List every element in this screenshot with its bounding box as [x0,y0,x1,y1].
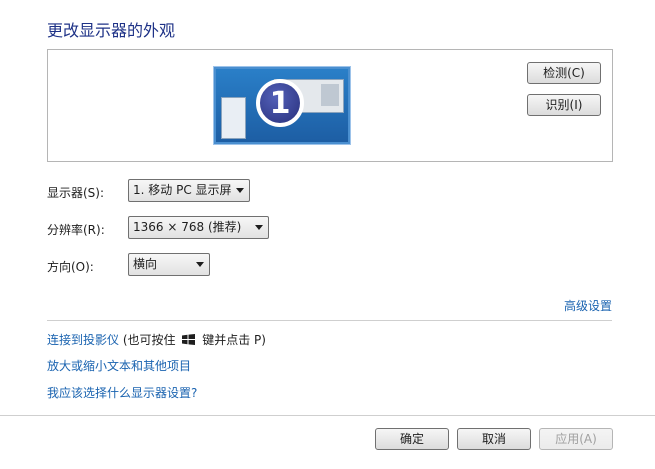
display-label: 显示器(S): [47,186,105,200]
resolution-select[interactable]: 1366 × 768 (推荐) [128,216,269,239]
chevron-down-icon [236,188,244,193]
ok-button[interactable]: 确定 [375,428,449,450]
resolution-select-value: 1366 × 768 (推荐) [133,220,242,234]
monitor-number-badge: 1 [256,79,304,127]
display-preview-area: 1 检测(C) 识别(I) [47,49,613,162]
advanced-settings-link[interactable]: 高级设置 [564,297,612,314]
footer-divider [0,415,655,416]
windows-logo-icon [182,334,196,345]
orientation-select[interactable]: 横向 [128,253,210,276]
cancel-button[interactable]: 取消 [457,428,531,450]
chevron-down-icon [196,262,204,267]
identify-button[interactable]: 识别(I) [527,94,601,116]
monitor-icon[interactable]: 1 [214,67,350,144]
display-select-value: 1. 移动 PC 显示屏 [133,183,232,197]
projector-row: 连接到投影仪 (也可按住 键并点击 P) [47,331,266,348]
orientation-label: 方向(O): [47,260,94,274]
detect-button[interactable]: 检测(C) [527,62,601,84]
divider [47,320,612,321]
which-settings-link[interactable]: 我应该选择什么显示器设置? [47,384,197,401]
display-select[interactable]: 1. 移动 PC 显示屏 [128,179,250,202]
page-title: 更改显示器的外观 [47,21,176,40]
orientation-select-value: 横向 [133,257,158,271]
projector-hint-suffix: 键并点击 P) [202,333,266,347]
connect-projector-link[interactable]: 连接到投影仪 [47,333,119,347]
apply-button: 应用(A) [539,428,613,450]
chevron-down-icon [255,225,263,230]
text-size-link[interactable]: 放大或缩小文本和其他项目 [47,357,191,374]
resolution-label: 分辨率(R): [47,223,105,237]
window-thumbnail [221,97,246,139]
projector-hint-prefix: (也可按住 [122,333,176,347]
